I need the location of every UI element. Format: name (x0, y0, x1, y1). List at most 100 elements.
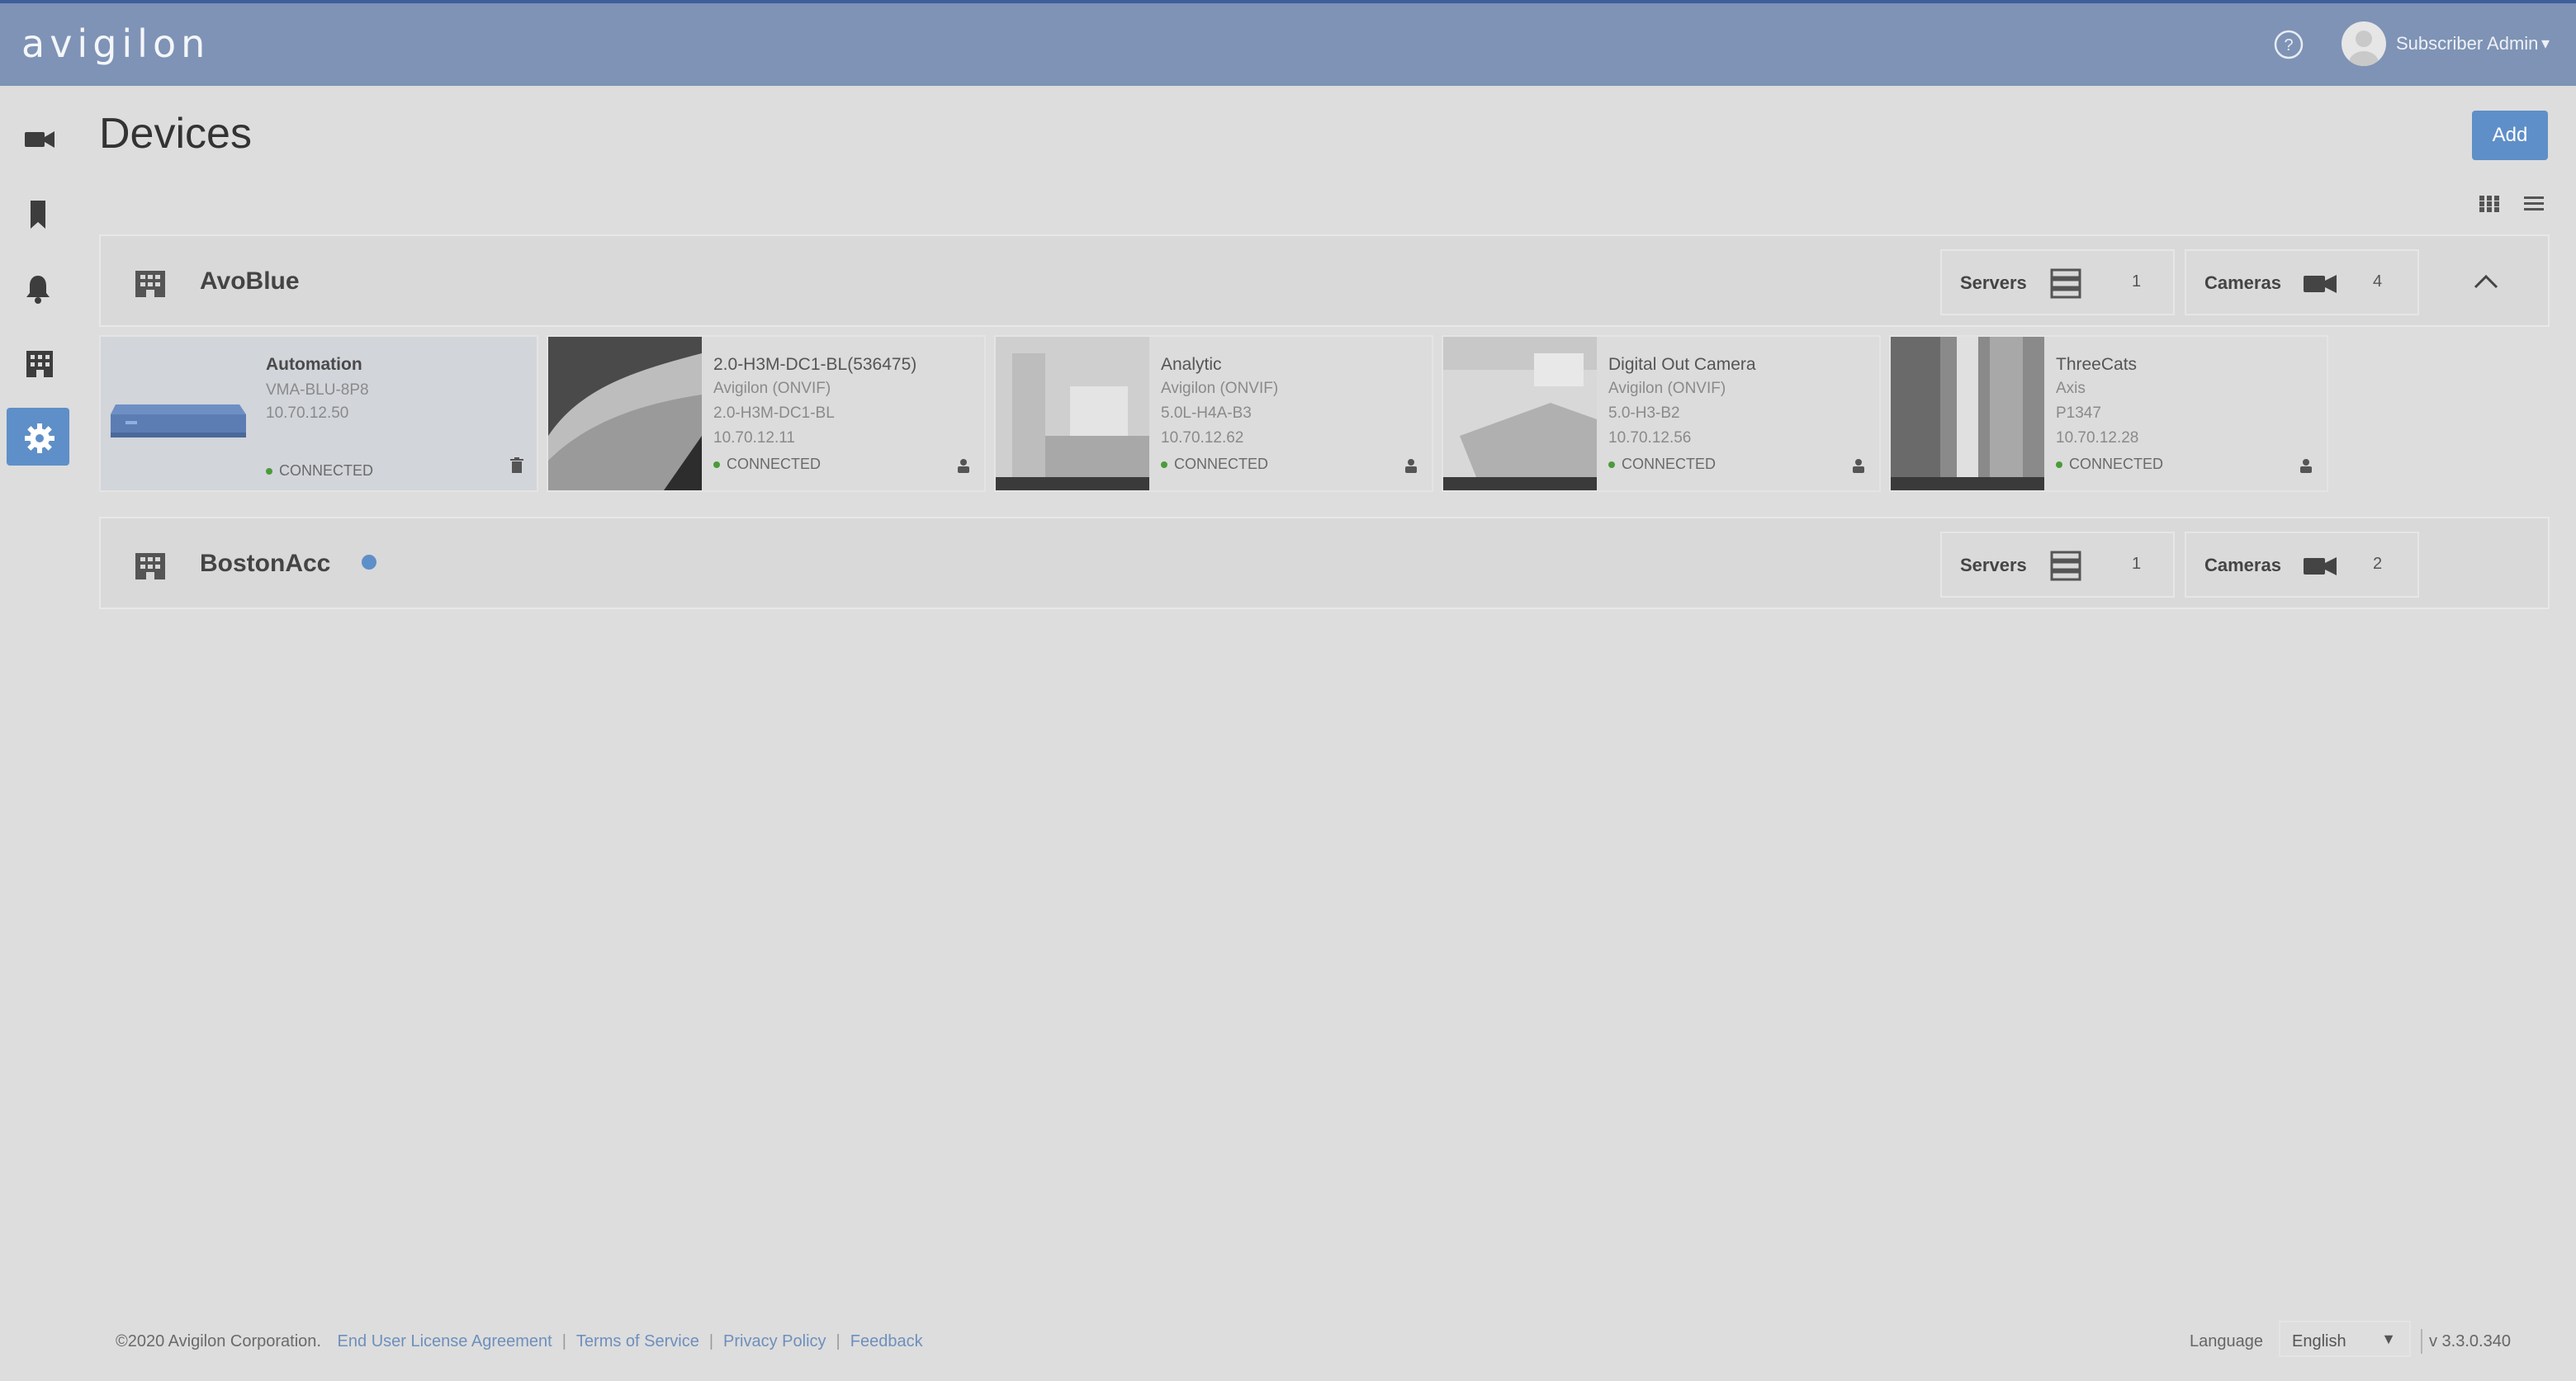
device-card[interactable]: Digital Out Camera Avigilon (ONVIF) 5.0-… (1442, 335, 1881, 492)
camera-thumbnail (1443, 337, 1597, 490)
device-name: Digital Out Camera (1608, 355, 1756, 374)
connected-dot-icon (713, 461, 720, 469)
device-name: Analytic (1161, 355, 1222, 374)
language-select[interactable]: English ▼ (2279, 1321, 2411, 1357)
chevron-down-icon: ▼ (2381, 1331, 2396, 1347)
connected-dot-icon (266, 468, 272, 475)
sidebar-item-bookmarks[interactable] (7, 185, 69, 243)
site-header[interactable]: AvoBlue Servers 1 Cameras 4 (101, 236, 2548, 329)
building-icon (26, 351, 53, 377)
chevron-up-icon[interactable] (2472, 272, 2500, 291)
footer: ©2020 Avigilon Corporation. End User Lic… (116, 1332, 923, 1350)
trash-icon[interactable] (510, 457, 523, 474)
page-title: Devices (99, 110, 252, 158)
info-icon[interactable] (362, 555, 376, 570)
avigilon-logo: avigilon (21, 21, 211, 66)
device-model: VMA-BLU-8P8 (266, 381, 369, 399)
device-model: P1347 (2056, 404, 2101, 422)
privacy-link[interactable]: Privacy Policy (723, 1332, 826, 1350)
feedback-link[interactable]: Feedback (850, 1332, 923, 1350)
site-panel-avoblue: AvoBlue Servers 1 Cameras 4 (99, 234, 2550, 327)
status-badge: CONNECTED (1161, 456, 1268, 473)
video-camera-icon (2304, 557, 2337, 575)
device-ip: 10.70.12.62 (1161, 429, 1244, 447)
site-name: AvoBlue (200, 267, 300, 295)
connected-dot-icon (2056, 461, 2062, 469)
help-icon[interactable]: ? (2272, 28, 2305, 61)
device-name: Automation (266, 355, 362, 374)
user-lock-icon[interactable] (956, 457, 971, 474)
device-vendor: Avigilon (ONVIF) (713, 380, 831, 397)
status-text: CONNECTED (2069, 456, 2164, 472)
video-camera-icon (25, 131, 54, 148)
top-bar: avigilon ? Subscriber Admin ▾ (0, 0, 2576, 86)
device-ip: 10.70.12.28 (2056, 429, 2139, 447)
sidebar-item-sites[interactable] (7, 333, 69, 391)
camera-thumbnail (996, 337, 1149, 490)
add-button[interactable]: Add (2472, 111, 2548, 160)
servers-count: 1 (2132, 555, 2142, 573)
site-name: BostonAcc (200, 550, 331, 577)
chevron-down-icon[interactable]: ▾ (2541, 33, 2550, 54)
device-card[interactable]: 2.0-H3M-DC1-BL(536475) Avigilon (ONVIF) … (547, 335, 986, 492)
building-icon (135, 271, 165, 297)
terms-link[interactable]: Terms of Service (576, 1332, 699, 1350)
cameras-count-box: Cameras 2 (2185, 532, 2419, 598)
grid-view-icon[interactable] (2477, 193, 2502, 215)
servers-count: 1 (2132, 272, 2142, 291)
servers-label: Servers (1960, 555, 2027, 575)
building-icon (135, 553, 165, 579)
cameras-label: Cameras (2204, 555, 2281, 575)
device-vendor: Axis (2056, 380, 2086, 397)
device-model: 5.0-H3-B2 (1608, 404, 1680, 422)
sidebar (0, 86, 76, 1381)
user-lock-icon[interactable] (1404, 457, 1418, 474)
cameras-count: 4 (2373, 272, 2383, 291)
user-lock-icon[interactable] (1851, 457, 1866, 474)
avatar[interactable] (2342, 21, 2386, 66)
user-silhouette-icon (2349, 31, 2379, 66)
divider (2421, 1329, 2422, 1354)
status-text: CONNECTED (727, 456, 822, 472)
device-name: ThreeCats (2056, 355, 2138, 374)
server-appliance-image (101, 337, 254, 490)
status-text: CONNECTED (279, 462, 374, 479)
servers-count-box: Servers 1 (1940, 249, 2175, 315)
camera-thumbnail (1891, 337, 2044, 490)
device-card[interactable]: Analytic Avigilon (ONVIF) 5.0L-H4A-B3 10… (994, 335, 1433, 492)
language-label: Language (2190, 1332, 2263, 1350)
sidebar-item-settings[interactable] (7, 408, 69, 466)
status-text: CONNECTED (1174, 456, 1269, 472)
device-ip: 10.70.12.11 (713, 429, 795, 447)
servers-label: Servers (1960, 272, 2027, 293)
sidebar-item-alerts[interactable] (7, 259, 69, 317)
device-card[interactable]: Automation VMA-BLU-8P8 10.70.12.50 CONNE… (99, 335, 538, 492)
device-model: 5.0L-H4A-B3 (1161, 404, 1252, 422)
connected-dot-icon (1608, 461, 1615, 469)
device-card[interactable]: ThreeCats Axis P1347 10.70.12.28 CONNECT… (1889, 335, 2328, 492)
language-value: English (2292, 1332, 2346, 1350)
device-model: 2.0-H3M-DC1-BL (713, 404, 835, 422)
cameras-count-box: Cameras 4 (2185, 249, 2419, 315)
device-ip: 10.70.12.56 (1608, 429, 1692, 447)
camera-thumbnail (548, 337, 702, 490)
status-badge: CONNECTED (713, 456, 821, 473)
eula-link[interactable]: End User License Agreement (338, 1332, 552, 1350)
list-view-icon[interactable] (2522, 193, 2546, 215)
sidebar-item-cameras[interactable] (7, 111, 69, 168)
status-badge: CONNECTED (2056, 456, 2163, 473)
status-text: CONNECTED (1622, 456, 1717, 472)
copyright-text: ©2020 Avigilon Corporation. (116, 1332, 321, 1350)
svg-text:?: ? (2284, 36, 2293, 54)
device-ip: 10.70.12.50 (266, 404, 349, 422)
servers-count-box: Servers 1 (1940, 532, 2175, 598)
site-header[interactable]: BostonAcc Servers 1 Cameras 2 (101, 518, 2548, 611)
user-lock-icon[interactable] (2299, 457, 2313, 474)
device-name: 2.0-H3M-DC1-BL(536475) (713, 355, 917, 374)
connected-dot-icon (1161, 461, 1167, 469)
gear-icon (25, 423, 54, 453)
user-menu[interactable]: Subscriber Admin (2396, 33, 2538, 54)
server-icon (2050, 268, 2081, 299)
cameras-count: 2 (2373, 555, 2383, 573)
cameras-label: Cameras (2204, 272, 2281, 293)
